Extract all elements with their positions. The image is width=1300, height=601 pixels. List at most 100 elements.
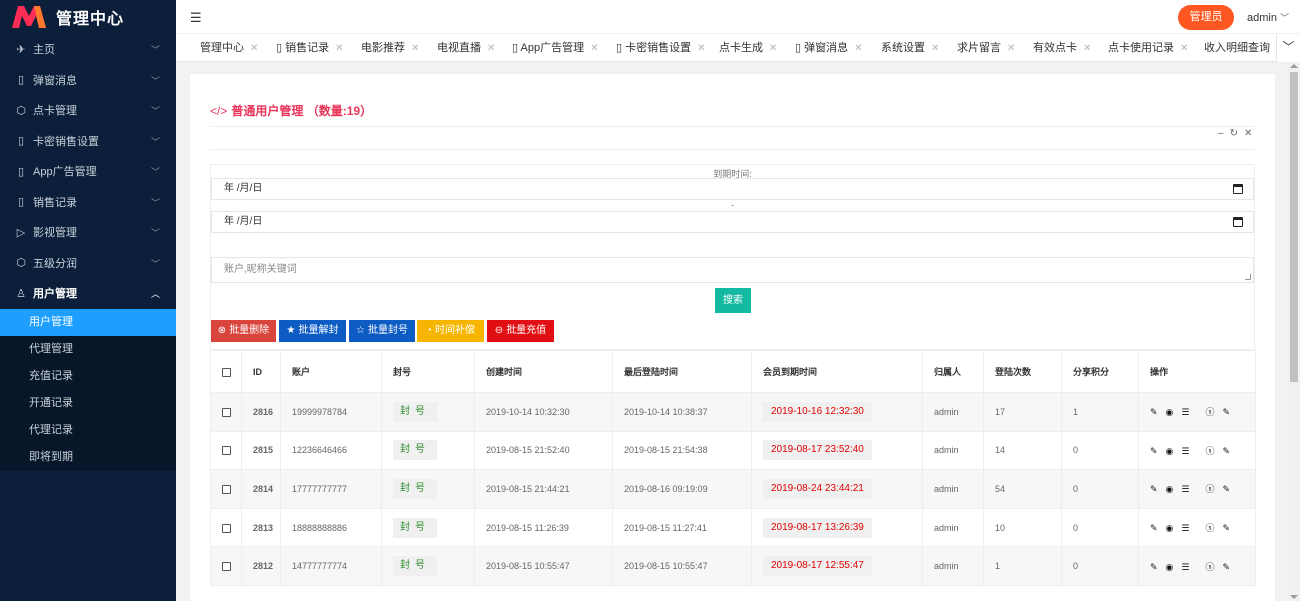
seal-button[interactable]: 封号 (393, 440, 437, 461)
expire-end-date-input[interactable]: 年 /月/日 (211, 211, 1254, 233)
skype-icon[interactable]: ⓢ (1205, 444, 1214, 457)
tab-income-details[interactable]: 收入明细查询 (1204, 34, 1270, 62)
edit-icon[interactable]: ✎ (1150, 484, 1158, 495)
scroll-down-arrow-icon[interactable] (1290, 595, 1298, 599)
list-icon[interactable]: ☰ (1181, 446, 1189, 457)
tab-admin-center[interactable]: 管理中心 ✕ (200, 34, 258, 62)
checkbox-icon[interactable] (222, 562, 231, 572)
edit-note-icon[interactable]: ✎ (1223, 562, 1231, 573)
tab-tv-live[interactable]: 电视直播 ✕ (437, 34, 495, 62)
search-button[interactable]: 搜索 (715, 288, 751, 313)
skype-icon[interactable]: ⓢ (1205, 560, 1214, 573)
checkbox-icon[interactable] (222, 407, 231, 417)
keyword-input[interactable]: 账户,昵称关键词 (211, 257, 1254, 283)
row-checkbox[interactable] (210, 392, 242, 432)
seal-button[interactable]: 封号 (393, 401, 437, 422)
tab-movie-recommend[interactable]: 电影推荐 ✕ (361, 34, 419, 62)
close-icon[interactable]: ✕ (854, 43, 862, 54)
batch-unban-button[interactable]: ★ 批量解封 (279, 320, 346, 342)
tab-app-ads[interactable]: ▯ App广告管理 ✕ (512, 34, 598, 62)
tab-movie-requests[interactable]: 求片留言 ✕ (957, 34, 1015, 62)
list-icon[interactable]: ☰ (1181, 484, 1189, 495)
close-icon[interactable]: ✕ (931, 43, 939, 54)
sidebar-item-user-management[interactable]: ♙ 用户管理 ︿ (0, 278, 176, 309)
list-icon[interactable]: ☰ (1181, 407, 1189, 418)
calendar-icon[interactable] (1233, 184, 1243, 194)
user-menu[interactable]: admin ﹀ (1247, 11, 1289, 24)
close-icon[interactable]: ✕ (697, 43, 705, 54)
edit-icon[interactable]: ✎ (1150, 562, 1158, 573)
batch-ban-button[interactable]: ☆ 批量封号 (349, 320, 415, 342)
sidebar-item-app-ads[interactable]: ▯ App广告管理 ﹀ (0, 156, 176, 187)
menu-toggle-icon[interactable]: ☰ (190, 10, 202, 26)
checkbox-icon[interactable] (222, 367, 231, 377)
close-icon[interactable]: ✕ (335, 43, 343, 54)
expire-start-date-input[interactable]: 年 /月/日 (211, 178, 1254, 200)
seal-button[interactable]: 封号 (393, 478, 437, 499)
checkbox-icon[interactable] (222, 446, 231, 456)
sidebar-subitem-recharge-records[interactable]: 充值记录 (0, 363, 176, 390)
tab-popup-messages[interactable]: ▯ 弹窗消息 ✕ (795, 34, 863, 62)
role-button[interactable]: 管理员 (1178, 5, 1234, 30)
toggle-icon[interactable]: ◉ (1166, 484, 1174, 495)
calendar-icon[interactable] (1233, 217, 1243, 227)
select-all-checkbox[interactable] (210, 350, 242, 393)
checkbox-icon[interactable] (222, 485, 231, 495)
edit-note-icon[interactable]: ✎ (1223, 407, 1231, 418)
close-icon[interactable]: ✕ (1244, 128, 1258, 139)
close-icon[interactable]: ✕ (1180, 43, 1188, 54)
row-checkbox[interactable] (210, 430, 242, 471)
edit-note-icon[interactable]: ✎ (1223, 446, 1231, 457)
tab-valid-cards[interactable]: 有效点卡 ✕ (1033, 34, 1091, 62)
list-icon[interactable]: ☰ (1181, 523, 1189, 534)
close-icon[interactable]: ✕ (411, 43, 419, 54)
tab-system-settings[interactable]: 系统设置 ✕ (881, 34, 939, 62)
close-icon[interactable]: ✕ (250, 43, 258, 54)
skype-icon[interactable]: ⓢ (1205, 405, 1214, 418)
toggle-icon[interactable]: ◉ (1166, 562, 1174, 573)
sidebar-item-card-management[interactable]: ⬡ 点卡管理 ﹀ (0, 95, 176, 126)
close-icon[interactable]: ✕ (487, 43, 495, 54)
resize-handle-icon[interactable] (1245, 274, 1251, 280)
sidebar-item-popup-messages[interactable]: ▯ 弹窗消息 ﹀ (0, 65, 176, 96)
vertical-scrollbar[interactable] (1288, 62, 1300, 601)
batch-delete-button[interactable]: ⊗ 批量删除 (211, 320, 276, 342)
toggle-icon[interactable]: ◉ (1166, 446, 1174, 457)
tab-sales-records[interactable]: ▯ 销售记录 ✕ (276, 34, 344, 62)
toggle-icon[interactable]: ◉ (1166, 407, 1174, 418)
skype-icon[interactable]: ⓢ (1205, 521, 1214, 534)
sidebar-subitem-agent-records[interactable]: 代理记录 (0, 417, 176, 444)
batch-recharge-button[interactable]: ⊖ 批量充值 (487, 320, 554, 342)
row-checkbox[interactable] (210, 469, 242, 509)
row-checkbox[interactable] (210, 546, 242, 586)
sidebar-subitem-users[interactable]: 用户管理 (0, 308, 176, 336)
sidebar-item-video-management[interactable]: ▷ 影视管理 ﹀ (0, 217, 176, 248)
sidebar-item-home[interactable]: ✈ 主页 ﹀ (0, 34, 176, 65)
time-compensation-button[interactable]: ◔ 时间补偿 (417, 320, 484, 342)
tab-more-chevron-down-icon[interactable]: ﹀ (1276, 34, 1300, 62)
close-icon[interactable]: ✕ (1007, 43, 1015, 54)
sidebar-subitem-expiring-soon[interactable]: 即将到期 (0, 444, 176, 471)
refresh-icon[interactable]: ↻ (1230, 128, 1244, 139)
edit-icon[interactable]: ✎ (1150, 446, 1158, 457)
sidebar-item-profit-sharing[interactable]: ⬡ 五级分润 ﹀ (0, 248, 176, 279)
tab-card-generate[interactable]: 点卡生成 ✕ (719, 34, 777, 62)
row-checkbox[interactable] (210, 507, 242, 548)
edit-icon[interactable]: ✎ (1150, 523, 1158, 534)
skype-icon[interactable]: ⓢ (1205, 482, 1214, 495)
toggle-icon[interactable]: ◉ (1166, 523, 1174, 534)
tab-card-usage-records[interactable]: 点卡使用记录 ✕ (1108, 34, 1188, 62)
sidebar-item-card-sales-settings[interactable]: ▯ 卡密销售设置 ﹀ (0, 126, 176, 157)
edit-icon[interactable]: ✎ (1150, 407, 1158, 418)
sidebar-item-sales-records[interactable]: ▯ 销售记录 ﹀ (0, 187, 176, 218)
minimize-icon[interactable]: – (1218, 128, 1230, 139)
tab-card-sales-settings[interactable]: ▯ 卡密销售设置 ✕ (616, 34, 706, 62)
sidebar-subitem-activation-records[interactable]: 开通记录 (0, 390, 176, 417)
scroll-up-arrow-icon[interactable] (1290, 64, 1298, 68)
seal-button[interactable]: 封号 (393, 517, 437, 538)
sidebar-subitem-agents[interactable]: 代理管理 (0, 336, 176, 363)
close-icon[interactable]: ✕ (1083, 43, 1091, 54)
edit-note-icon[interactable]: ✎ (1223, 484, 1231, 495)
close-icon[interactable]: ✕ (590, 43, 598, 54)
close-icon[interactable]: ✕ (769, 43, 777, 54)
